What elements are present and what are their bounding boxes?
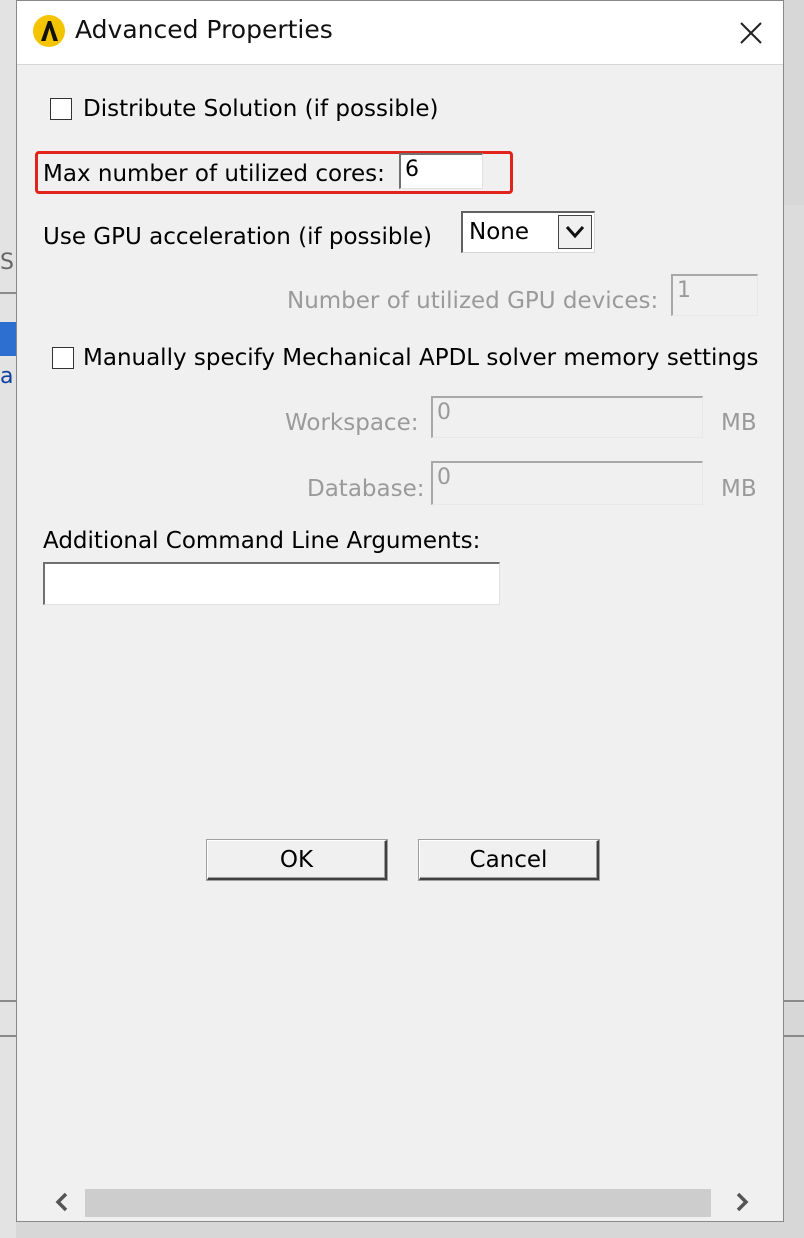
gpu-acceleration-select[interactable]: None: [461, 211, 595, 253]
manual-memory-label: Manually specify Mechanical APDL solver …: [83, 345, 759, 371]
distribute-solution-label: Distribute Solution (if possible): [83, 96, 439, 122]
database-unit: MB: [721, 476, 757, 502]
ok-button[interactable]: OK: [207, 840, 387, 880]
scroll-right-button[interactable]: [729, 1189, 755, 1215]
database-input[interactable]: 0: [431, 461, 703, 505]
background-panel: [784, 205, 804, 1003]
workspace-input[interactable]: 0: [431, 396, 703, 438]
cmdline-label: Additional Command Line Arguments:: [43, 528, 481, 554]
background-divider: [0, 292, 16, 294]
chevron-left-icon: [55, 1192, 68, 1212]
title-bar[interactable]: Advanced Properties: [17, 1, 783, 65]
background-window-edge: S a: [0, 0, 16, 1238]
horizontal-scrollbar[interactable]: [41, 1183, 765, 1221]
database-label: Database:: [307, 476, 425, 502]
close-button[interactable]: [733, 15, 769, 51]
advanced-properties-dialog: Advanced Properties Distribute Solution …: [16, 0, 784, 1222]
manual-memory-checkbox[interactable]: [52, 347, 74, 369]
scroll-thumb[interactable]: [85, 1189, 711, 1217]
gpu-acceleration-label: Use GPU acceleration (if possible): [43, 224, 433, 250]
dialog-title: Advanced Properties: [75, 15, 333, 44]
close-icon: [740, 22, 762, 44]
workspace-unit: MB: [721, 410, 757, 436]
background-text: S: [0, 250, 14, 275]
gpu-devices-input[interactable]: 1: [671, 274, 758, 316]
chevron-down-icon: [565, 226, 585, 239]
distribute-solution-checkbox[interactable]: [50, 98, 72, 120]
ansys-logo-icon: [33, 15, 65, 47]
chevron-right-icon: [736, 1192, 749, 1212]
cmdline-input[interactable]: [43, 562, 500, 605]
max-cores-label: Max number of utilized cores:: [43, 161, 385, 187]
gpu-devices-label: Number of utilized GPU devices:: [287, 288, 659, 314]
scroll-track[interactable]: [85, 1189, 711, 1217]
workspace-label: Workspace:: [285, 410, 419, 436]
max-cores-input[interactable]: 6: [399, 153, 483, 189]
dropdown-button[interactable]: [558, 215, 592, 249]
scroll-left-button[interactable]: [49, 1189, 75, 1215]
gpu-acceleration-value: None: [469, 219, 530, 245]
background-selection: [0, 322, 16, 356]
cancel-button[interactable]: Cancel: [419, 840, 599, 880]
background-text: a: [0, 364, 14, 389]
